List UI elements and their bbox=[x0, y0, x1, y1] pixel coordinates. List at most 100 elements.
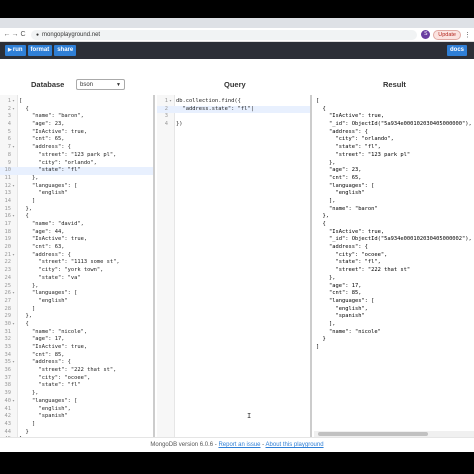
code-line[interactable]: 6 "cnt": 65, bbox=[0, 136, 153, 144]
code-text: "name": "david", bbox=[19, 221, 84, 227]
query-editor[interactable]: 1▾ db.collection.find({2 "address.state":… bbox=[157, 95, 312, 437]
code-line[interactable]: 14 ] bbox=[0, 198, 153, 206]
code-text: "address": { bbox=[19, 359, 71, 366]
run-button[interactable]: ▶run bbox=[5, 45, 26, 56]
line-number: 32 bbox=[4, 336, 12, 343]
update-button[interactable]: Update bbox=[433, 29, 461, 40]
line-number: 40 bbox=[4, 397, 12, 404]
code-line[interactable]: 1▾[ bbox=[0, 98, 153, 106]
back-icon[interactable]: ← bbox=[3, 31, 11, 38]
code-line[interactable]: 20 "cnt": 63, bbox=[0, 244, 153, 252]
code-text: }, bbox=[19, 174, 39, 181]
database-code-lines: 1▾[2▾ {3 "name": "baron", 4 "age": 23, 5 "… bbox=[0, 98, 153, 437]
code-line[interactable]: 17 "name": "david", bbox=[0, 221, 153, 229]
code-line[interactable]: 41 "english", bbox=[0, 406, 153, 414]
code-line[interactable]: 37 "city": "ocoee", bbox=[0, 375, 153, 383]
code-line[interactable]: 22 "street": "1113 some st", bbox=[0, 259, 153, 267]
code-line[interactable]: 21▾ "address": { bbox=[0, 252, 153, 260]
database-editor[interactable]: 1▾[2▾ {3 "name": "baron", 4 "age": 23, 5 "… bbox=[0, 95, 155, 437]
code-text: { bbox=[19, 105, 29, 112]
code-line[interactable]: 28 ] bbox=[0, 306, 153, 314]
line-number: 34 bbox=[4, 351, 12, 358]
line-number: 7 bbox=[7, 144, 11, 151]
code-line[interactable]: 33 "IsActive": true, bbox=[0, 344, 153, 352]
result-line: "spanish" bbox=[316, 313, 365, 320]
code-text: { bbox=[19, 213, 29, 220]
share-button[interactable]: share bbox=[54, 45, 77, 56]
code-text: "english" bbox=[19, 190, 68, 197]
code-line[interactable]: 30▾ { bbox=[0, 321, 153, 329]
url-field[interactable]: ● mongoplayground.net bbox=[31, 29, 418, 40]
code-line[interactable]: 43 ] bbox=[0, 421, 153, 429]
code-text: { bbox=[19, 320, 29, 327]
code-line[interactable]: 8 "street": "123 park pl", bbox=[0, 152, 153, 160]
chevron-down-icon: ▼ bbox=[116, 82, 121, 88]
code-line[interactable]: 29 }, bbox=[0, 313, 153, 321]
code-line[interactable]: 12▾ "languages": [ bbox=[0, 183, 153, 191]
line-number: 24 bbox=[4, 274, 12, 281]
code-line[interactable]: 26▾ "languages": [ bbox=[0, 290, 153, 298]
code-line[interactable]: 36 "street": "222 that st", bbox=[0, 367, 153, 375]
code-line[interactable]: 44 } bbox=[0, 429, 153, 437]
code-line[interactable]: 19 "IsActive": true, bbox=[0, 236, 153, 244]
code-line[interactable]: 27 "english" bbox=[0, 298, 153, 306]
db-mode-select[interactable]: bson ▼ bbox=[76, 79, 125, 90]
code-line[interactable]: 24 "state": "va" bbox=[0, 275, 153, 283]
report-issue-link[interactable]: Report an issue bbox=[218, 442, 260, 448]
code-line[interactable]: 15 }, bbox=[0, 206, 153, 214]
code-text: "english", bbox=[19, 405, 71, 412]
about-link[interactable]: About this playground bbox=[266, 442, 324, 448]
code-line[interactable]: 5 "IsActive": true, bbox=[0, 129, 153, 137]
code-text: "age": 44, bbox=[19, 228, 65, 235]
code-line[interactable]: 32 "age": 17, bbox=[0, 336, 153, 344]
code-line[interactable]: 35▾ "address": { bbox=[0, 359, 153, 367]
code-line[interactable]: 1▾ db.collection.find({ bbox=[157, 98, 310, 106]
code-text: "cnt": 85, bbox=[19, 351, 65, 358]
query-code-lines: 1▾ db.collection.find({2 "address.state":… bbox=[157, 98, 310, 129]
forward-icon[interactable]: → bbox=[11, 31, 19, 38]
code-line[interactable]: 23 "city": "york town", bbox=[0, 267, 153, 275]
docs-button[interactable]: docs bbox=[446, 45, 467, 56]
scrollbar-thumb[interactable] bbox=[318, 432, 428, 436]
code-text: }, bbox=[19, 205, 32, 212]
code-line[interactable]: 42 "spanish" bbox=[0, 413, 153, 421]
code-text: }, bbox=[19, 282, 39, 289]
code-line[interactable]: 25 }, bbox=[0, 283, 153, 291]
code-line[interactable]: 7▾ "address": { bbox=[0, 144, 153, 152]
code-line[interactable]: 10 "state": "fl" bbox=[0, 167, 153, 175]
line-number: 27 bbox=[4, 297, 12, 304]
code-line[interactable]: 18 "age": 44, bbox=[0, 229, 153, 237]
line-number: 42 bbox=[4, 413, 12, 420]
code-line[interactable]: 39 }, bbox=[0, 390, 153, 398]
line-number: 15 bbox=[4, 205, 12, 212]
browser-menu-icon[interactable]: ⋮ bbox=[464, 31, 471, 39]
code-text: "state": "fl" bbox=[19, 167, 81, 174]
code-line[interactable]: 4}) bbox=[157, 121, 310, 129]
result-line: "state": "fl", bbox=[316, 259, 381, 266]
code-line[interactable]: 34 "cnt": 85, bbox=[0, 352, 153, 360]
code-line[interactable]: 38 "state": "fl" bbox=[0, 382, 153, 390]
code-line[interactable]: 40▾ "languages": [ bbox=[0, 398, 153, 406]
result-line: ], bbox=[316, 320, 336, 327]
code-line[interactable]: 16▾ { bbox=[0, 213, 153, 221]
profile-avatar[interactable]: S bbox=[421, 30, 431, 39]
code-line[interactable]: 2▾ { bbox=[0, 106, 153, 114]
line-number: 33 bbox=[4, 344, 12, 350]
result-line: }, bbox=[316, 274, 336, 281]
code-line[interactable]: 2 "address.state": "fl"| bbox=[157, 105, 310, 114]
reload-icon[interactable]: C bbox=[19, 31, 27, 38]
query-header: Query bbox=[224, 80, 246, 89]
result-line: [ bbox=[316, 98, 320, 104]
code-line[interactable]: 13 "english" bbox=[0, 190, 153, 198]
code-line[interactable]: 3 "name": "baron", bbox=[0, 113, 153, 121]
code-line[interactable]: 31 "name": "nicole", bbox=[0, 329, 153, 337]
code-line[interactable]: 4 "age": 23, bbox=[0, 121, 153, 129]
code-line[interactable]: 3 bbox=[157, 113, 310, 121]
db-mode-value: bson bbox=[80, 82, 94, 88]
result-line: "_id": ObjectId("5a934e00010203040500000… bbox=[316, 121, 472, 128]
line-number: 4 bbox=[164, 121, 168, 128]
result-panel[interactable]: [ { "IsActive": true, "_id": ObjectId("5… bbox=[314, 95, 474, 437]
code-line[interactable]: 9 "city": "orlando", bbox=[0, 160, 153, 168]
format-button[interactable]: format bbox=[27, 45, 53, 56]
code-line[interactable]: 11 }, bbox=[0, 175, 153, 183]
